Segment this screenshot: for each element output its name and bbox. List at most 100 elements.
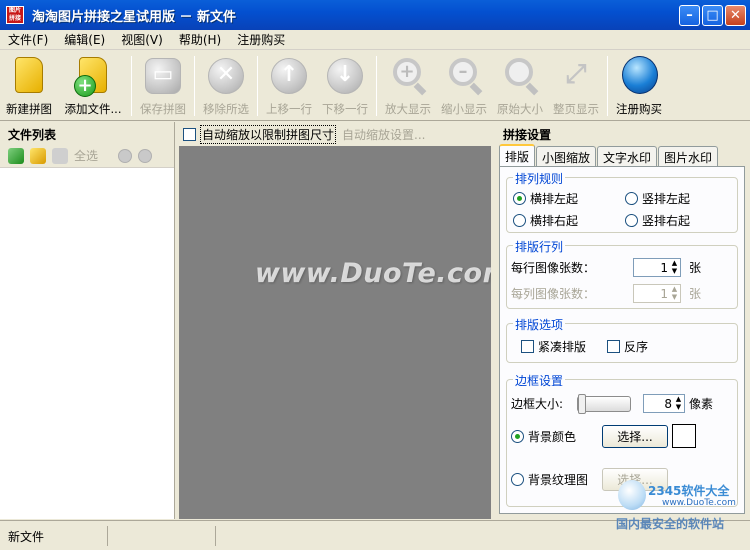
- per-col-stepper[interactable]: 1 ▲ ▼: [633, 284, 681, 303]
- toolbar-separator: [376, 56, 377, 116]
- move-up-small-icon[interactable]: [118, 148, 133, 163]
- bg-texture-label: 背景纹理图: [528, 473, 589, 487]
- file-list-title: 文件列表: [0, 122, 174, 144]
- move-down-button[interactable]: ↓ 下移一行: [317, 51, 373, 119]
- slider-thumb[interactable]: [578, 393, 586, 414]
- brand-logo: 2345软件大全 www.DuoTe.com 国内最安全的软件站: [612, 478, 750, 531]
- tab-text-watermark[interactable]: 文字水印: [597, 146, 658, 166]
- menu-file[interactable]: 文件(F): [0, 31, 56, 48]
- maximize-button[interactable]: □: [702, 5, 723, 26]
- arrow-up-icon: ↑: [268, 55, 310, 97]
- reverse-option[interactable]: 反序: [607, 338, 648, 355]
- add-file-icon: +: [72, 55, 114, 97]
- settings-title: 拼接设置: [503, 128, 552, 142]
- auto-scale-checkbox[interactable]: [183, 127, 196, 141]
- fit-page-button[interactable]: ⤢ 整页显示: [548, 51, 604, 119]
- border-size-slider[interactable]: [577, 393, 631, 414]
- add-image-icon[interactable]: [8, 147, 24, 164]
- magnifier-icon: [499, 55, 541, 97]
- move-up-button[interactable]: ↑ 上移一行: [261, 51, 317, 119]
- menu-edit[interactable]: 编辑(E): [56, 31, 113, 48]
- layout-options-title: 排版选项: [513, 316, 566, 333]
- choose-color-button[interactable]: 选择...: [602, 424, 668, 448]
- mascot-icon: [618, 480, 646, 510]
- border-size-label: 边框大小:: [511, 397, 564, 411]
- border-title: 边框设置: [513, 372, 566, 389]
- toolbar-separator: [194, 56, 195, 116]
- toolbar: 新建拼图 + 添加文件... ▭ 保存拼图 ✕ 移除所选 ↑ 上移一行 ↓ 下移…: [0, 51, 750, 121]
- reverse-checkbox[interactable]: [607, 340, 620, 353]
- arrow-down-icon: ↓: [324, 55, 366, 97]
- save-puzzle-button[interactable]: ▭ 保存拼图: [135, 51, 191, 119]
- site-watermark: www.DuoTe.com: [255, 258, 512, 289]
- rows-cols-group: 排版行列 每行图像张数： 1 ▲ ▼ 张 每列图像张数： 1 ▲ ▼ 张: [506, 238, 738, 309]
- zoom-out-button[interactable]: – 缩小显示: [436, 51, 492, 119]
- file-list-panel: 文件列表 全选: [0, 122, 175, 519]
- zoom-in-button[interactable]: + 放大显示: [380, 51, 436, 119]
- menu-register[interactable]: 注册购买: [229, 31, 293, 48]
- file-list[interactable]: [0, 168, 174, 518]
- radio-vertical-left[interactable]: 竖排左起: [625, 190, 690, 207]
- status-cell-empty: [108, 525, 216, 546]
- minimize-button[interactable]: –: [679, 5, 700, 26]
- arrangement-group: 排列规则 横排左起 竖排左起 横排右起 竖排右起: [506, 170, 738, 233]
- menu-view[interactable]: 视图(V): [113, 31, 171, 48]
- open-folder-icon[interactable]: [30, 147, 46, 164]
- add-file-button[interactable]: + 添加文件...: [58, 51, 128, 119]
- auto-scale-settings-link[interactable]: 自动缩放设置...: [342, 126, 425, 143]
- bg-color-swatch[interactable]: [672, 424, 696, 448]
- save-icon: ▭: [142, 55, 184, 97]
- close-button[interactable]: ✕: [725, 5, 746, 26]
- bg-texture-radio[interactable]: [511, 473, 524, 486]
- status-filename: 新文件: [0, 525, 108, 546]
- border-size-unit: 像素: [689, 397, 714, 411]
- tab-layout[interactable]: 排版: [499, 144, 536, 166]
- radio-button[interactable]: [513, 214, 526, 227]
- remove-selected-button[interactable]: ✕ 移除所选: [198, 51, 254, 119]
- title-bar: 图片拼接 淘淘图片拼接之星试用版 － 新文件 – □ ✕: [0, 0, 750, 30]
- brand-url: www.DuoTe.com: [662, 498, 736, 508]
- per-row-unit: 张: [689, 261, 702, 275]
- original-size-button[interactable]: 原始大小: [492, 51, 548, 119]
- arrangement-title: 排列规则: [513, 170, 566, 187]
- bg-color-radio[interactable]: [511, 429, 524, 443]
- settings-tabs: 排版 小图缩放 文字水印 图片水印: [499, 144, 719, 166]
- tab-thumbnail-scale[interactable]: 小图缩放: [536, 146, 597, 166]
- preview-canvas[interactable]: [179, 146, 491, 519]
- tab-image-watermark[interactable]: 图片水印: [658, 146, 719, 166]
- settings-panel: 拼接设置 排版 小图缩放 文字水印 图片水印 排列规则 横排左起 竖排左起 横排…: [495, 122, 750, 519]
- radio-button[interactable]: [625, 192, 638, 205]
- per-col-label: 每列图像张数：: [511, 287, 596, 301]
- globe-icon: [618, 55, 660, 97]
- layout-options-group: 排版选项 紧凑排版 反序: [506, 316, 738, 363]
- toolbar-separator: [607, 56, 608, 116]
- auto-scale-bar: 自动缩放以限制拼图尺寸 自动缩放设置...: [179, 122, 491, 146]
- radio-horizontal-right[interactable]: 横排右起: [513, 212, 578, 229]
- register-buy-button[interactable]: 注册购买: [611, 51, 667, 119]
- brand-slogan: 国内最安全的软件站: [616, 517, 725, 531]
- zoom-in-icon: +: [387, 55, 429, 97]
- radio-horizontal-left[interactable]: 横排左起: [513, 190, 578, 207]
- radio-button[interactable]: [513, 192, 526, 205]
- toolbar-separator: [257, 56, 258, 116]
- new-puzzle-button[interactable]: 新建拼图: [0, 51, 58, 119]
- remove-image-icon[interactable]: [52, 147, 68, 164]
- per-col-unit: 张: [689, 287, 702, 301]
- bg-color-label: 背景颜色: [528, 429, 577, 444]
- menu-bar: 文件(F) 编辑(E) 视图(V) 帮助(H) 注册购买: [0, 30, 750, 50]
- app-icon: 图片拼接: [6, 6, 24, 24]
- compact-checkbox[interactable]: [521, 340, 534, 353]
- select-all-button[interactable]: 全选: [74, 147, 98, 164]
- border-size-stepper[interactable]: 8 ▲ ▼: [643, 394, 685, 413]
- auto-scale-label[interactable]: 自动缩放以限制拼图尺寸: [200, 124, 337, 144]
- radio-vertical-right[interactable]: 竖排右起: [625, 212, 690, 229]
- menu-help[interactable]: 帮助(H): [171, 31, 229, 48]
- move-down-small-icon[interactable]: [138, 148, 153, 163]
- fit-page-icon: ⤢: [565, 59, 587, 89]
- rows-cols-title: 排版行列: [513, 238, 566, 255]
- compact-option[interactable]: 紧凑排版: [521, 338, 586, 355]
- file-list-toolbar: 全选: [0, 144, 174, 168]
- radio-button[interactable]: [625, 214, 638, 227]
- per-row-stepper[interactable]: 1 ▲ ▼: [633, 258, 681, 277]
- brand-top-text: 2345软件大全: [648, 484, 730, 498]
